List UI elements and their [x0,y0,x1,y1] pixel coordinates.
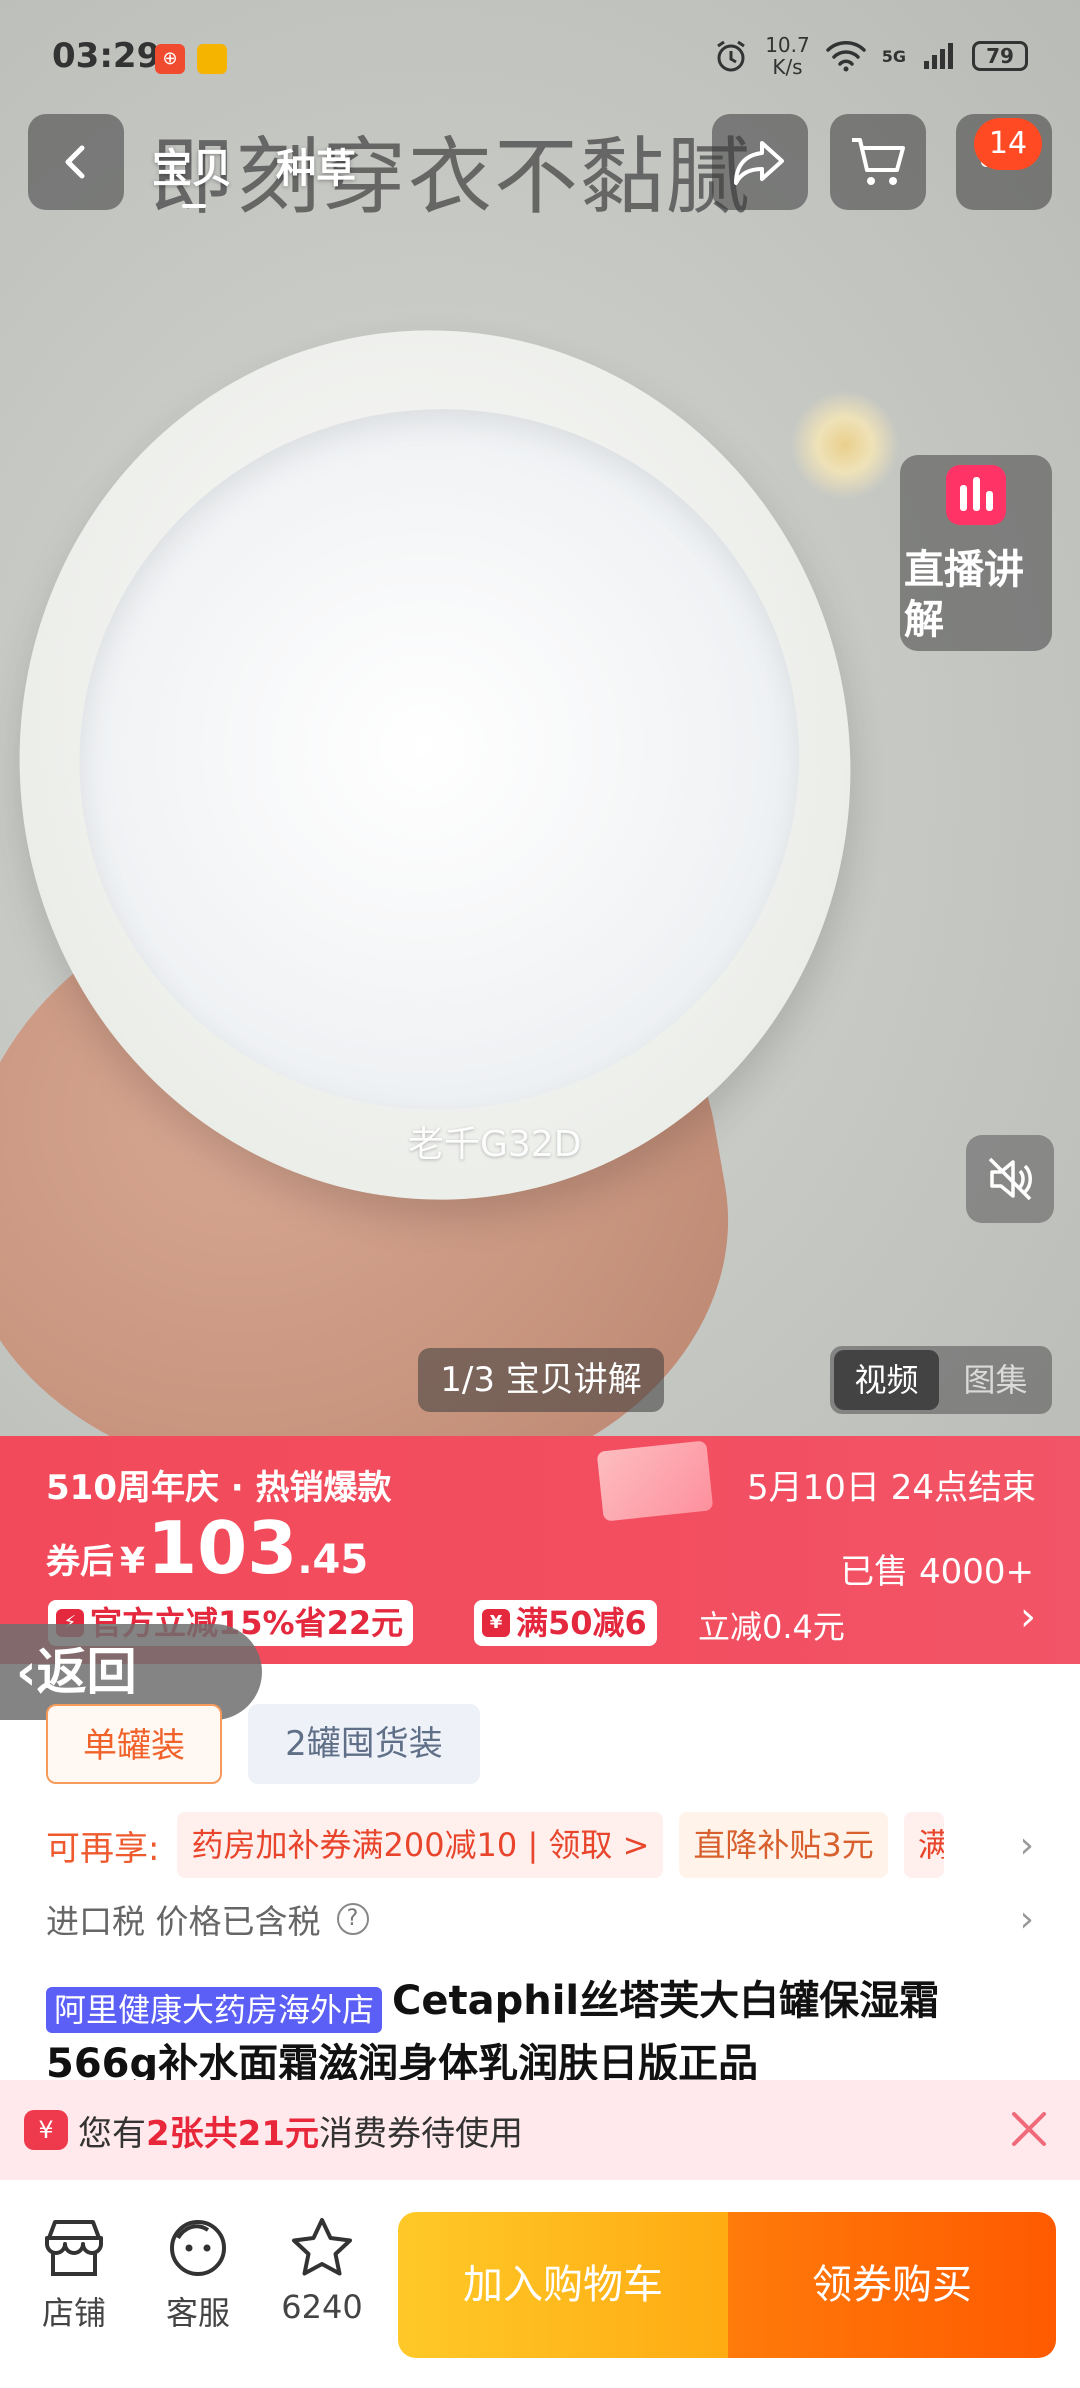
extra-benefits-label: 可再享: [46,1828,160,1869]
cart-icon [852,138,905,185]
coupon-icon: ¥ [482,1609,510,1637]
live-bars-icon [946,465,1006,525]
direct-subsidy-tag: 直降补贴3元 [679,1812,888,1878]
tab-item[interactable]: 宝贝 [152,136,232,208]
customer-service-icon [170,2220,226,2276]
video-watermark: 老千G32D [408,1124,582,1165]
gift-box-decoration [596,1440,714,1522]
sold-count: 已售 4000+ [840,1552,1034,1592]
price-after-coupon: 券后 ¥ 103 .45 [46,1506,369,1590]
status-bar: 03:29 ⊕ 10.7 K/s 5G 79 [0,0,1080,110]
chevron-left-icon [65,145,85,179]
store-label: 店铺 [41,2294,106,2332]
full-reduction-chip: ¥ 满50减6 [474,1600,657,1646]
close-icon[interactable] [1006,2106,1052,2152]
import-tax-text: 进口税 价格已含税 [46,1902,321,1941]
back-button[interactable] [28,114,124,210]
coupon-reminder-bar[interactable]: ¥ 您有2张共21元消费券待使用 [0,2080,1080,2180]
share-icon [734,141,784,185]
chevron-right-icon: › [1019,1898,1034,1940]
extra-benefits-row[interactable]: 可再享: 药房加补券满200减10 | 领取 > 直降补贴3元 满 › [46,1810,1034,1880]
store-button[interactable]: 店铺 [24,2216,124,2334]
wifi-icon [825,41,866,72]
instant-discount: 立减0.4元 [698,1608,845,1646]
flower-decoration [790,390,900,500]
store-icon [45,2220,103,2276]
customer-service-label: 客服 [165,2294,230,2332]
notification-app-icon: ⊕ [155,44,185,74]
speaker-muted-icon [988,1157,1032,1201]
promo-end-time: 5月10日 24点结束 [747,1468,1036,1508]
favorite-count: 6240 [281,2288,363,2326]
customer-service-button[interactable]: 客服 [148,2216,248,2334]
help-icon[interactable]: ? [336,1903,369,1935]
live-explain-button[interactable]: 直播讲解 [900,455,1052,651]
product-media[interactable]: 即刻穿衣不黏腻 老千G32D [0,0,1080,1440]
star-icon [292,2218,352,2276]
network-speed: 10.7 K/s [765,33,810,79]
coupon-icon: ¥ [24,2110,68,2150]
store-tag[interactable]: 阿里健康大药房海外店 [46,1986,383,2033]
notification-app-icon-2 [197,44,227,74]
top-tabs: 宝贝 种草 [152,136,356,208]
mute-button[interactable] [966,1135,1054,1223]
chevron-left-icon: ‹ [16,1643,37,1701]
media-tab-video[interactable]: 视频 [834,1350,939,1410]
buy-with-coupon-button[interactable]: 领券购买 [728,2212,1056,2358]
signal-icon [924,43,953,69]
signal-type: 5G [881,46,906,66]
cream-surface [34,362,845,1157]
variant-single-jar[interactable]: 单罐装 [46,1704,222,1784]
cart-count-badge: 14 [974,118,1042,170]
media-tab-gallery[interactable]: 图集 [943,1350,1048,1410]
tab-seeding[interactable]: 种草 [276,136,356,194]
alarm-icon [717,40,746,72]
product-title-block: 阿里健康大药房海外店 Cetaphil丝塔芙大白罐保湿霜566g补水面霜滋润身体乳… [46,1970,1036,2080]
battery-indicator: 79 [972,41,1028,71]
favorite-button[interactable]: 6240 [272,2216,372,2326]
live-explain-label: 直播讲解 [904,547,1024,643]
pharmacy-coupon-tag[interactable]: 药房加补券满200减10 | 领取 > [177,1812,664,1878]
more-benefit-tag: 满 [903,1812,944,1878]
chevron-right-icon: › [1019,1824,1034,1866]
media-toggle: 视频 图集 [830,1346,1052,1414]
cart-button[interactable] [830,114,926,210]
explain-pill[interactable]: 1/3 宝贝讲解 [418,1348,664,1412]
status-time: 03:29 [52,36,161,76]
import-tax-row[interactable]: 进口税 价格已含税 ? › [46,1884,1034,1954]
share-button[interactable] [712,114,808,210]
chevron-right-icon: › [1020,1594,1036,1640]
bottom-action-bar: 店铺 客服 6240 加入购物车 领券购买 [0,2180,1080,2388]
add-to-cart-button[interactable]: 加入购物车 [398,2212,728,2358]
coupon-reminder-text: 您有2张共21元消费券待使用 [78,2113,523,2154]
promo-title: 510周年庆 · 热销爆款 [46,1468,392,1508]
variant-two-jars[interactable]: 2罐囤货装 [248,1704,480,1784]
